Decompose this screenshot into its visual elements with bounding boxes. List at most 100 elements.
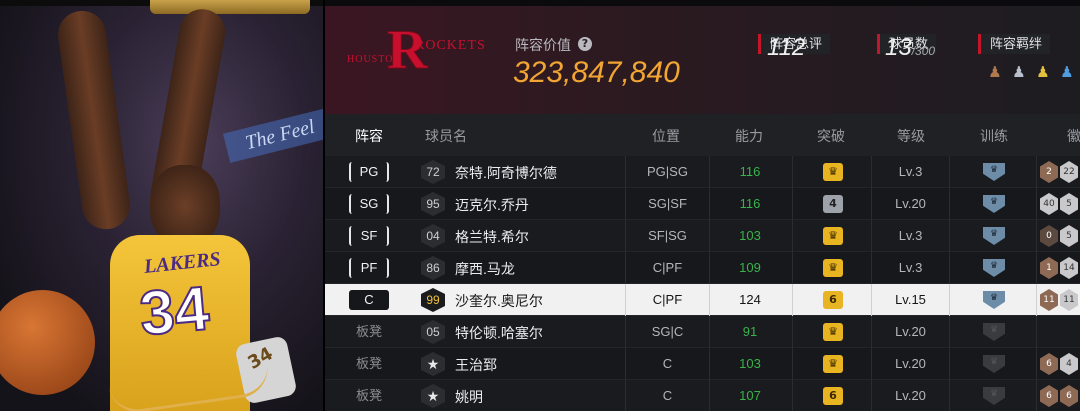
col-player-name[interactable]: 球员名 — [425, 126, 467, 146]
rating-badge: 72 — [421, 160, 445, 184]
crown-icon: ♛ — [823, 163, 843, 181]
rating-badge: 86 — [421, 256, 445, 280]
table-row[interactable]: 板凳 ★ 王治郅 C 103 ♛ Lv.20 ♛ 6 4 — [325, 348, 1080, 380]
stat-chemistry[interactable]: 阵容羁绊 — [978, 34, 1051, 54]
blue-team-icon: ♟ — [1060, 63, 1074, 81]
silver-team-icon: ♟ — [1012, 63, 1026, 81]
lineup-value: 323,847,840 — [513, 56, 680, 89]
jersey-number: 34 — [136, 273, 213, 350]
training-cell[interactable]: ♛ — [949, 316, 1037, 348]
badge-chip: 2 — [1040, 161, 1058, 183]
player-power: 103 — [739, 356, 761, 371]
table-row[interactable]: PG 72 奈特.阿奇博尔德 PG|SG 116 ♛ Lv.3 ♛ 2 22 — [325, 156, 1080, 188]
training-cell[interactable]: ♛ — [949, 156, 1037, 188]
stat-overall-value: 112 — [767, 34, 805, 62]
training-crown-icon: ♛ — [983, 259, 1005, 277]
player-position: C — [625, 348, 710, 380]
breakthrough-cell[interactable]: ♛ — [792, 156, 872, 188]
lineup-header: HOUSTON R ROCKETS 阵容价值 ? 323,847,840 阵容总… — [325, 6, 1080, 114]
table-row[interactable]: PF 86 摩西.马龙 C|PF 109 ♛ Lv.3 ♛ 1 14 — [325, 252, 1080, 284]
badge-chips[interactable]: 6 6 — [1040, 385, 1078, 407]
table-row[interactable]: 板凳 05 特伦顿.哈塞尔 SG|C 91 ♛ Lv.20 ♛ — [325, 316, 1080, 348]
breakthrough-cell[interactable]: ♛ — [792, 220, 872, 252]
breakthrough-badge: 6 — [823, 291, 843, 309]
breakthrough-cell[interactable]: 6 — [792, 380, 872, 411]
crown-icon: ♛ — [823, 227, 843, 245]
training-cell[interactable]: ♛ — [949, 348, 1037, 380]
breakthrough-cell[interactable]: 4 — [792, 188, 872, 220]
gold-team-icon: ♟ — [1036, 63, 1050, 81]
player-position: C|PF — [625, 284, 710, 316]
player-level: Lv.15 — [895, 292, 926, 307]
help-icon[interactable]: ? — [578, 37, 592, 51]
player-power: 124 — [739, 292, 761, 307]
col-position[interactable]: 位置 — [652, 126, 680, 146]
basketball — [0, 290, 95, 395]
player-power: 103 — [739, 228, 761, 243]
training-cell[interactable]: ♛ — [949, 380, 1037, 411]
chemistry-icons[interactable]: ♟ ♟ ♟ ♟ — [985, 62, 1077, 82]
rating-badge: 99 — [421, 288, 445, 312]
training-crown-icon: ♛ — [983, 163, 1005, 181]
player-power: 116 — [739, 196, 761, 211]
badge-chips[interactable]: 0 5 — [1040, 225, 1078, 247]
player-left-arm — [54, 7, 134, 233]
badge-chip: 4 — [1060, 353, 1078, 375]
player-power: 107 — [739, 388, 761, 403]
badge-chip: 14 — [1060, 257, 1078, 279]
bronze-team-icon: ♟ — [988, 63, 1002, 81]
table-row[interactable]: 板凳 ★ 姚明 C 107 6 Lv.20 ♛ 6 6 — [325, 380, 1080, 411]
training-locked-icon: ♛ — [983, 323, 1005, 341]
badge-chip: 6 — [1040, 353, 1058, 375]
player-power: 109 — [739, 260, 761, 275]
training-cell[interactable]: ♛ — [949, 188, 1037, 220]
badge-chips[interactable]: 2 22 — [1040, 161, 1078, 183]
star-rating-icon: ★ — [421, 352, 445, 376]
badge-chips[interactable]: 40 5 — [1040, 193, 1078, 215]
breakthrough-cell[interactable]: ♛ — [792, 348, 872, 380]
arena-banner: The Feel — [223, 107, 325, 163]
badge-chips[interactable]: 11 11 — [1040, 289, 1078, 311]
player-position: SG|SF — [625, 188, 710, 220]
overall-number: 112 — [767, 34, 806, 61]
crown-icon: ♛ — [823, 355, 843, 373]
badge-chips[interactable]: 6 4 — [1040, 353, 1078, 375]
crown-icon: ♛ — [823, 259, 843, 277]
slot-badge: SF — [349, 226, 389, 246]
player-count-number: 13 — [885, 34, 912, 61]
badge-chip: 11 — [1060, 289, 1078, 311]
slot-badge: SG — [349, 194, 389, 214]
training-crown-icon: ♛ — [983, 195, 1005, 213]
lineup-value-label: 阵容价值 — [515, 37, 571, 53]
rating-badge: 95 — [421, 192, 445, 216]
badge-chip: 5 — [1060, 193, 1078, 215]
badge-chip: 40 — [1040, 193, 1058, 215]
col-training[interactable]: 训练 — [980, 126, 1008, 146]
training-cell[interactable]: ♛ — [949, 252, 1037, 284]
breakthrough-cell[interactable]: ♛ — [792, 252, 872, 284]
player-position: C — [625, 380, 710, 411]
training-cell[interactable]: ♛ — [949, 220, 1037, 252]
col-breakthrough[interactable]: 突破 — [817, 126, 845, 146]
badge-chip: 5 — [1060, 225, 1078, 247]
player-level: Lv.3 — [898, 228, 923, 243]
player-name: 特伦顿.哈塞尔 — [455, 325, 543, 341]
col-badge[interactable]: 徽 — [1067, 126, 1080, 146]
table-row-selected[interactable]: C 99 沙奎尔.奥尼尔 C|PF 124 6 Lv.15 ♛ 11 11 — [325, 284, 1080, 316]
breakthrough-cell[interactable]: 6 — [792, 284, 872, 316]
player-position: C|PF — [625, 252, 710, 284]
player-position: SF|SG — [625, 220, 710, 252]
badge-chips[interactable]: 1 14 — [1040, 257, 1078, 279]
table-row[interactable]: SG 95 迈克尔.乔丹 SG|SF 116 4 Lv.20 ♛ 40 5 — [325, 188, 1080, 220]
player-level: Lv.20 — [895, 196, 926, 211]
training-cell[interactable]: ♛ — [949, 284, 1037, 316]
col-power[interactable]: 能力 — [735, 126, 763, 146]
col-level[interactable]: 等级 — [897, 126, 925, 146]
training-crown-icon: ♛ — [983, 227, 1005, 245]
player-name: 姚明 — [455, 389, 483, 405]
player-name: 奈特.阿奇博尔德 — [455, 165, 557, 181]
col-lineup[interactable]: 阵容 — [355, 126, 383, 146]
slot-badge: 板凳 — [355, 324, 382, 339]
breakthrough-cell[interactable]: ♛ — [792, 316, 872, 348]
table-row[interactable]: SF 04 格兰特.希尔 SF|SG 103 ♛ Lv.3 ♛ 0 5 — [325, 220, 1080, 252]
